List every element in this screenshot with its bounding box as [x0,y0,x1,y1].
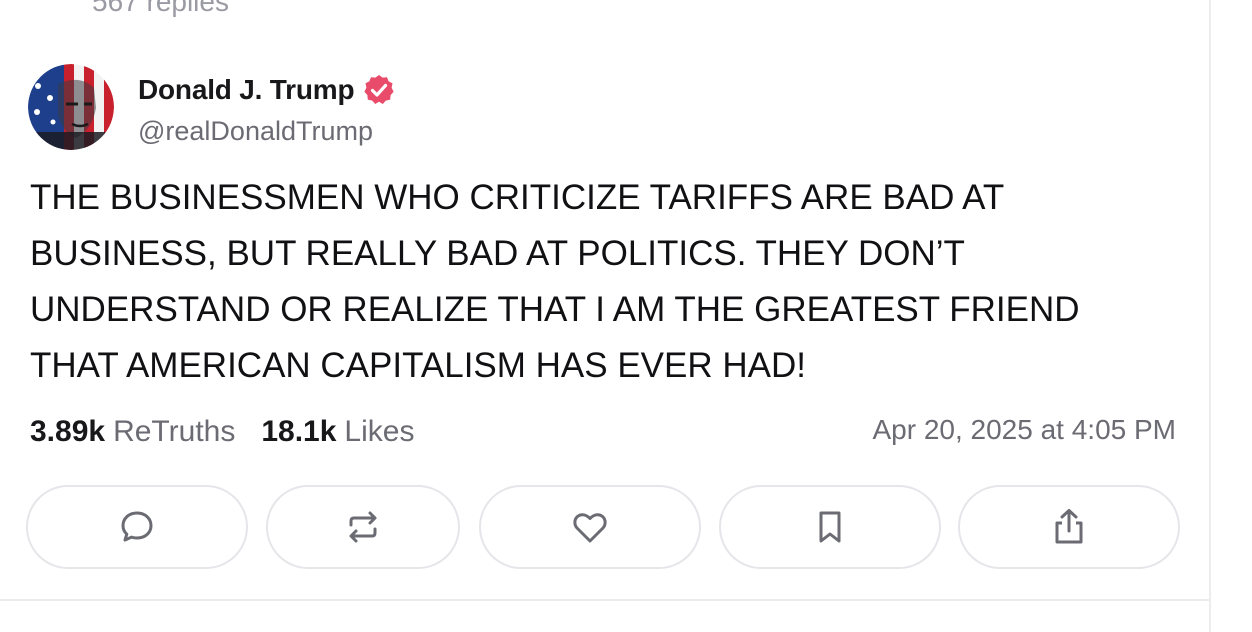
retruth-button[interactable] [266,485,460,569]
likes-count[interactable]: 18.1k [261,415,336,449]
share-button[interactable] [958,485,1180,569]
likes-label[interactable]: Likes [344,415,414,449]
author-display-name[interactable]: Donald J. Trump [138,74,355,106]
repost-icon [349,511,377,543]
like-button[interactable] [479,485,701,569]
author-avatar[interactable] [28,64,114,150]
post-bottom-divider [0,599,1210,601]
author-name-row[interactable]: Donald J. Trump [138,70,396,110]
post-body-text: THE BUSINESSMEN WHO CRITICIZE TARIFFS AR… [30,178,1080,385]
heart-icon [573,513,607,543]
post-timestamp: Apr 20, 2025 at 4:05 PM [872,414,1176,445]
comment-icon [121,511,153,542]
share-icon [1055,509,1083,544]
feed-right-border [1209,0,1211,632]
bookmark-icon [819,511,841,543]
retruths-count[interactable]: 3.89k [30,415,105,449]
post-stats: 3.89k ReTruths 18.1k Likes [30,412,414,452]
retruths-label[interactable]: ReTruths [113,415,235,449]
author-handle[interactable]: @realDonaldTrump [138,116,373,147]
avatar-flag-portrait-icon [28,64,114,150]
bookmark-button[interactable] [719,485,941,569]
previous-post-replies-link[interactable]: 567 replies [92,0,229,18]
reply-button[interactable] [26,485,248,569]
verified-badge-icon [364,75,394,104]
